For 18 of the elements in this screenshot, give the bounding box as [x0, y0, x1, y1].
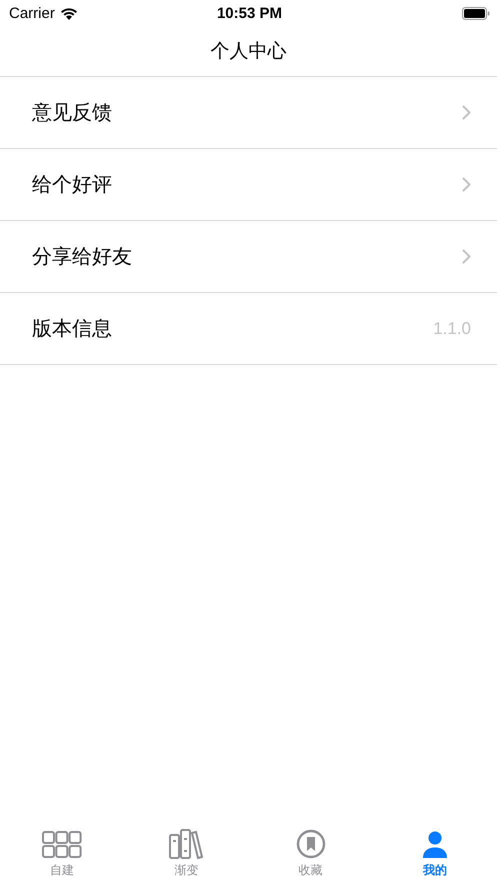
settings-row[interactable]: 给个好评 [0, 149, 497, 221]
wifi-icon [60, 6, 78, 20]
books-icon [169, 829, 204, 859]
settings-row[interactable]: 意见反馈 [0, 77, 497, 149]
chevron-icon [462, 105, 471, 120]
settings-row[interactable]: 分享给好友 [0, 221, 497, 293]
person-icon [422, 831, 448, 859]
grid-icon [42, 831, 82, 859]
nav-title: 个人中心 [210, 39, 286, 64]
chevron-icon [462, 177, 471, 192]
chevron-icon [462, 249, 471, 264]
version-value: 1.1.0 [433, 318, 471, 338]
carrier-label: Carrier [9, 4, 55, 22]
battery-icon [462, 6, 490, 20]
status-time: 10:53 PM [216, 4, 284, 22]
bookmark-icon [296, 829, 326, 859]
tab-item[interactable]: 我的 [372, 817, 497, 879]
settings-row[interactable]: 版本信息 1.1.0 [0, 293, 497, 365]
